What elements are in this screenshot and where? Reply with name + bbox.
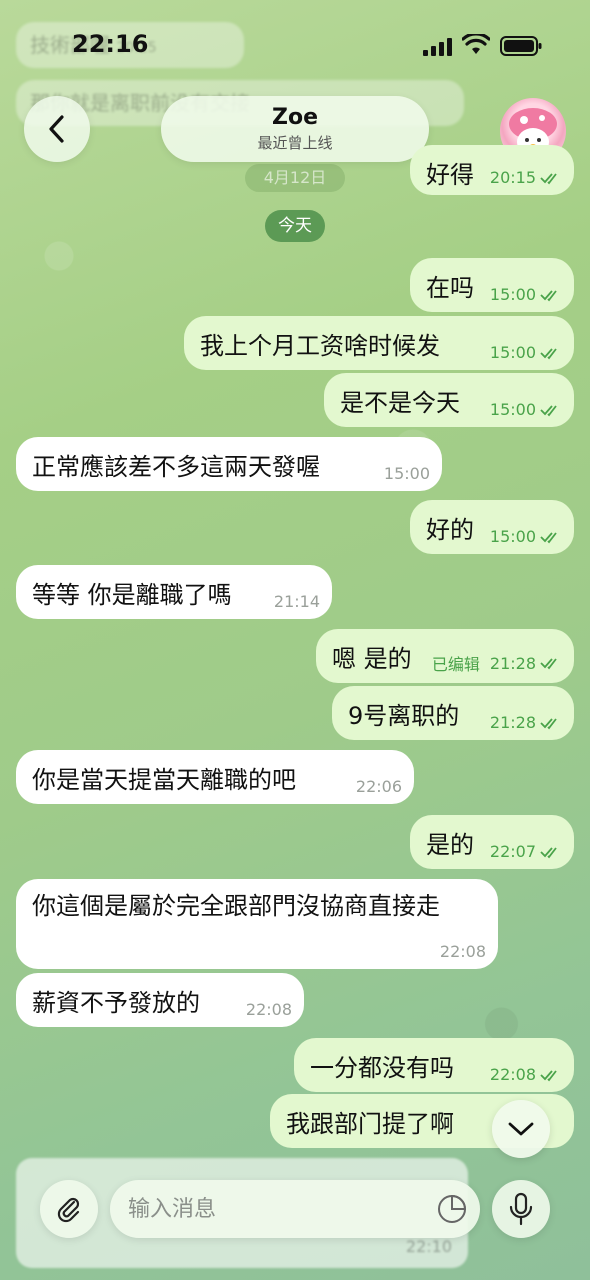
message-text: 9号离职的 <box>348 702 460 730</box>
status-bar: 22:16 <box>0 28 590 68</box>
edited-label: 已编辑 <box>431 655 480 674</box>
message-bubble[interactable]: 是不是今天 15:00 <box>324 373 574 427</box>
message-bubble[interactable]: 正常應該差不多這兩天發喔 15:00 <box>16 437 442 491</box>
microphone-button[interactable] <box>492 1180 550 1238</box>
message-time: 22:08 <box>489 1065 536 1084</box>
message-time: 15:00 <box>489 400 536 419</box>
message-bubble[interactable]: 好得 20:15 <box>410 145 574 195</box>
date-chip: 今天 <box>265 210 325 242</box>
message-text: 我上个月工资啥时候发 <box>200 332 440 360</box>
sticker-icon[interactable] <box>436 1193 468 1225</box>
message-bubble[interactable]: 9号离职的 21:28 <box>332 686 574 740</box>
message-text: 我跟部门提了啊 <box>286 1110 454 1138</box>
double-check-icon <box>540 717 557 729</box>
message-bubble[interactable]: 你這個是屬於完全跟部門沒協商直接走 22:08 <box>16 879 498 969</box>
message-text: 在吗 <box>426 274 474 302</box>
message-time: 22:06 <box>355 777 402 796</box>
double-check-icon <box>540 531 557 543</box>
paperclip-icon <box>57 1197 80 1223</box>
message-text: 好得 <box>426 161 474 189</box>
chevron-down-icon <box>508 1122 534 1136</box>
message-bubble[interactable]: 薪資不予發放的 22:08 <box>16 973 304 1027</box>
message-text: 正常應該差不多這兩天發喔 <box>32 453 320 481</box>
message-text: 你這個是屬於完全跟部門沒協商直接走 <box>32 892 440 920</box>
message-time: 21:28 <box>489 713 536 732</box>
scroll-to-bottom-button[interactable] <box>492 1100 550 1158</box>
message-text: 薪資不予發放的 <box>32 989 200 1017</box>
message-bubble[interactable]: 好的 15:00 <box>410 500 574 554</box>
faded-date-chip: 4月12日 <box>245 164 345 192</box>
contact-name: Zoe <box>272 105 318 130</box>
double-check-icon <box>540 347 557 359</box>
message-time: 21:14 <box>273 592 320 611</box>
message-text: 好的 <box>426 516 474 544</box>
message-bubble[interactable]: 一分都没有吗 22:08 <box>294 1038 574 1092</box>
message-bubble[interactable]: 等等 你是離職了嗎 21:14 <box>16 565 332 619</box>
message-time: 20:15 <box>489 168 536 187</box>
message-text: 你是當天提當天離職的吧 <box>32 766 296 794</box>
message-time: 22:07 <box>489 842 536 861</box>
message-time: 15:00 <box>489 527 536 546</box>
message-input[interactable] <box>110 1180 480 1238</box>
message-time: 21:28 <box>489 653 536 673</box>
double-check-icon <box>540 846 557 858</box>
chevron-left-icon <box>49 115 64 143</box>
double-check-icon <box>540 1069 557 1081</box>
contact-status: 最近曾上线 <box>257 134 333 152</box>
message-bubble[interactable]: 嗯 是的 已编辑 21:28 <box>316 629 574 683</box>
message-time: 22:08 <box>439 942 486 961</box>
message-bubble[interactable]: 在吗 15:00 <box>410 258 574 312</box>
message-bubble[interactable]: 是的 22:07 <box>410 815 574 869</box>
status-time: 22:16 <box>72 30 149 58</box>
microphone-icon <box>509 1192 533 1226</box>
message-bubble[interactable]: 我上个月工资啥时候发 15:00 <box>184 316 574 370</box>
signal-icon <box>423 38 452 56</box>
double-check-icon <box>540 172 557 184</box>
message-time: 22:08 <box>245 1000 292 1019</box>
message-time: 15:00 <box>489 285 536 304</box>
message-time: 15:00 <box>383 464 430 483</box>
message-text: 一分都没有吗 <box>310 1054 454 1082</box>
back-button[interactable] <box>24 96 90 162</box>
message-bubble[interactable]: 你是當天提當天離職的吧 22:06 <box>16 750 414 804</box>
double-check-icon <box>540 404 557 416</box>
wifi-icon <box>462 34 490 54</box>
message-text: 是不是今天 <box>340 389 460 417</box>
message-text: 嗯 是的 <box>332 645 412 673</box>
battery-icon <box>500 36 542 56</box>
attach-button[interactable] <box>40 1180 98 1238</box>
message-text: 是的 <box>426 831 474 859</box>
chat-title[interactable]: Zoe 最近曾上线 <box>161 96 429 162</box>
message-time: 15:00 <box>489 343 536 362</box>
double-check-icon <box>540 289 557 301</box>
double-check-icon <box>540 658 557 670</box>
message-text: 等等 你是離職了嗎 <box>32 581 232 609</box>
